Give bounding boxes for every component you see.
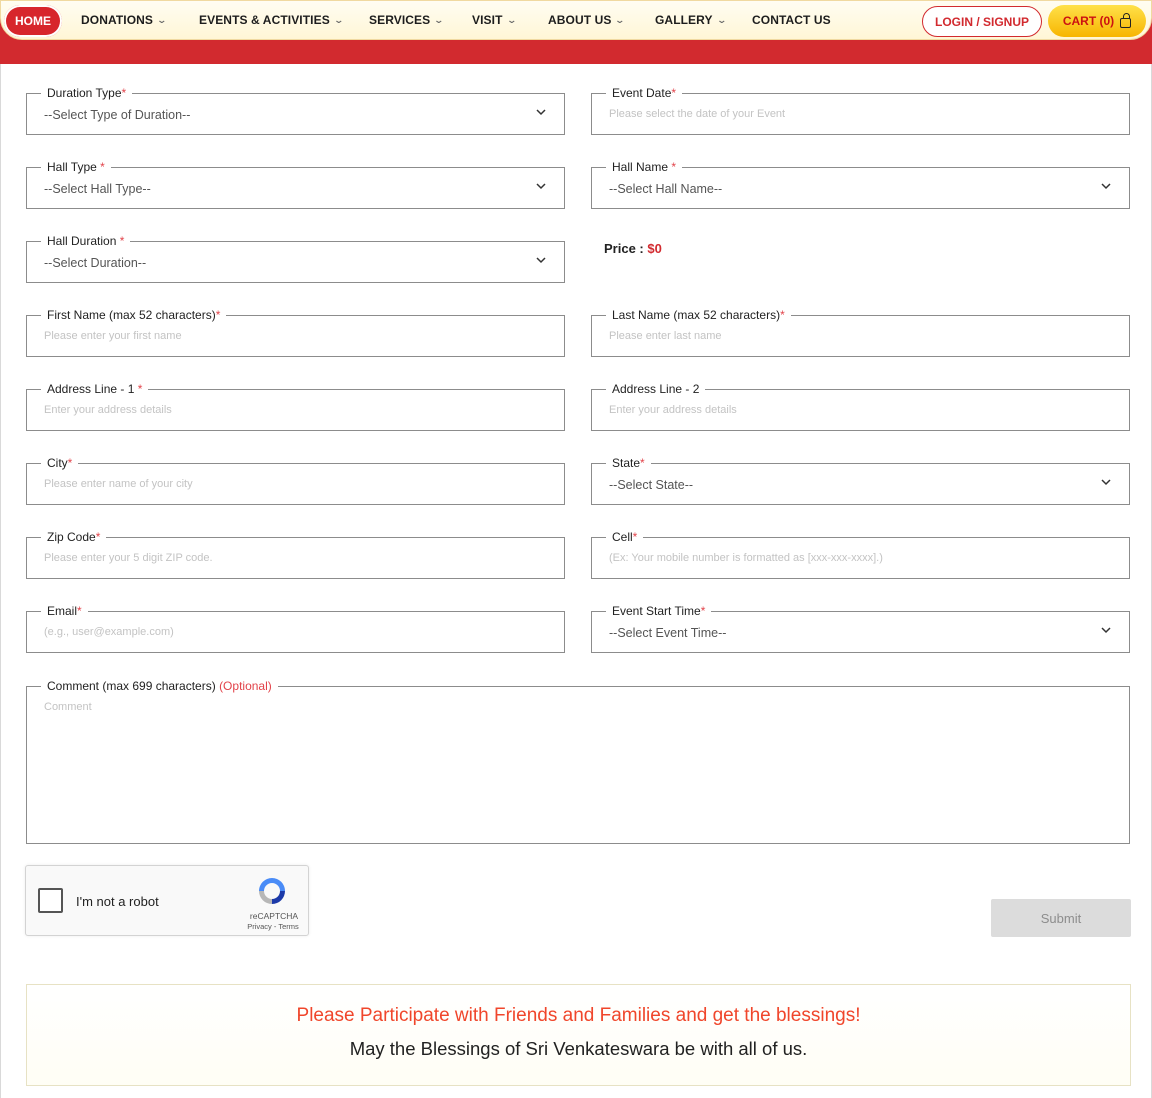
email-input[interactable]: Email* (e.g., user@example.com) [26,604,565,653]
chevron-down-icon [1101,183,1111,190]
chevron-down-icon [1101,627,1111,634]
field-label: Email* [41,604,88,618]
nav-gallery[interactable]: GALLERY ⌄ [655,13,727,27]
shopping-bag-icon [1120,12,1132,28]
placeholder-text: Please select the date of your Event [609,108,786,120]
placeholder-text: (Ex: Your mobile number is formatted as … [609,552,883,564]
selected-value: --Select State-- [609,478,694,492]
nav-events-activities[interactable]: EVENTS & ACTIVITIES ⌄ [199,13,344,27]
blessing-line-2: May the Blessings of Sri Venkateswara be… [349,1038,808,1059]
selected-value: --Select Duration-- [44,256,147,270]
nav-label: VISIT [472,13,503,27]
placeholder-text: Please enter name of your city [44,478,193,490]
field-label: Hall Type * [41,160,111,174]
event-date-input[interactable]: Event Date* Please select the date of yo… [591,86,1130,135]
field-label: First Name (max 52 characters)* [41,308,227,322]
field-label: Event Date* [606,86,683,100]
field-label: Hall Name * [606,160,683,174]
chevron-down-icon [536,183,546,190]
price-label: Price : [604,241,648,256]
nav-about-us[interactable]: ABOUT US ⌄ [548,13,626,27]
chevron-down-icon: ⌄ [614,14,626,25]
nav-contact-us[interactable]: CONTACT US [752,13,831,27]
placeholder-text: Comment [44,701,92,713]
nav-label: CONTACT US [752,13,831,27]
cart-button[interactable]: CART (0) [1048,5,1146,37]
field-label: Address Line - 2 [606,382,706,396]
recaptcha-brand: reCAPTCHA [249,911,299,921]
nav-label: ABOUT US [548,13,612,27]
chevron-down-icon [536,257,546,264]
placeholder-text: Please enter your 5 digit ZIP code. [44,552,213,564]
nav-visit[interactable]: VISIT ⌄ [472,13,517,27]
optional-tag: (Optional) [219,679,272,693]
price-value: $0 [647,241,662,256]
hall-type-select[interactable]: Hall Type * --Select Hall Type-- [26,160,565,209]
comment-textarea[interactable]: Comment (max 699 characters) (Optional) … [26,679,1130,844]
chevron-down-icon [536,109,546,116]
selected-value: --Select Hall Type-- [44,182,151,196]
recaptcha-checkbox[interactable] [38,888,63,913]
field-label: State* [606,456,651,470]
state-select[interactable]: State* --Select State-- [591,456,1130,505]
blessing-banner: Please Participate with Friends and Fami… [26,984,1131,1086]
recaptcha-label: I'm not a robot [76,894,159,909]
nav-donations[interactable]: DONATIONS ⌄ [81,13,168,27]
chevron-down-icon: ⌄ [505,14,517,25]
nav-home[interactable]: HOME [4,5,62,37]
field-label: Cell* [606,530,644,544]
field-label: Last Name (max 52 characters)* [606,308,791,322]
chevron-down-icon: ⌄ [433,14,445,25]
chevron-down-icon [1101,479,1111,486]
cell-input[interactable]: Cell* (Ex: Your mobile number is formatt… [591,530,1130,579]
placeholder-text: (e.g., user@example.com) [44,626,174,638]
placeholder-text: Please enter your first name [44,330,182,342]
duration-type-select[interactable]: Duration Type* --Select Type of Duration… [26,86,565,135]
field-label: Hall Duration * [41,234,131,248]
field-label: Comment (max 699 characters) (Optional) [41,679,278,693]
blessing-line-1: Please Participate with Friends and Fami… [296,1005,861,1026]
field-label: City* [41,456,79,470]
event-start-time-select[interactable]: Event Start Time* --Select Event Time-- [591,604,1130,653]
field-label: Event Start Time* [606,604,712,618]
hall-duration-select[interactable]: Hall Duration * --Select Duration-- [26,234,565,283]
chevron-down-icon: ⌄ [333,14,344,25]
nav-label: DONATIONS [81,13,154,27]
main-nav: HOME DONATIONS ⌄ EVENTS & ACTIVITIES ⌄ S… [0,0,1152,40]
cart-label: CART (0) [1062,14,1115,28]
nav-label: GALLERY [655,13,713,27]
zip-code-input[interactable]: Zip Code* Please enter your 5 digit ZIP … [26,530,565,579]
nav-services[interactable]: SERVICES ⌄ [369,13,445,27]
placeholder-text: Enter your address details [609,404,737,416]
last-name-input[interactable]: Last Name (max 52 characters)* Please en… [591,308,1130,357]
field-label: Zip Code* [41,530,107,544]
recaptcha-terms-link[interactable]: Privacy - Terms [242,922,304,931]
first-name-input[interactable]: First Name (max 52 characters)* Please e… [26,308,565,357]
submit-button[interactable]: Submit [991,899,1131,937]
city-input[interactable]: City* Please enter name of your city [26,456,565,505]
selected-value: --Select Type of Duration-- [44,108,191,122]
hall-name-select[interactable]: Hall Name * --Select Hall Name-- [591,160,1130,209]
chevron-down-icon: ⌄ [716,14,727,25]
recaptcha-widget: I'm not a robot reCAPTCHA Privacy - Term… [25,865,309,936]
field-label: Address Line - 1 * [41,382,149,396]
placeholder-text: Please enter last name [609,330,722,342]
nav-label: EVENTS & ACTIVITIES [199,13,330,27]
price-display: Price : $0 [604,241,662,256]
field-label: Duration Type* [41,86,133,100]
selected-value: --Select Event Time-- [609,626,727,640]
selected-value: --Select Hall Name-- [609,182,723,196]
recaptcha-logo-icon [259,878,285,904]
placeholder-text: Enter your address details [44,404,172,416]
chevron-down-icon: ⌄ [156,14,168,25]
address-line-1-input[interactable]: Address Line - 1 * Enter your address de… [26,382,565,431]
address-line-2-input[interactable]: Address Line - 2 Enter your address deta… [591,382,1130,431]
login-signup-button[interactable]: LOGIN / SIGNUP [922,6,1042,37]
nav-label: SERVICES [369,13,431,27]
